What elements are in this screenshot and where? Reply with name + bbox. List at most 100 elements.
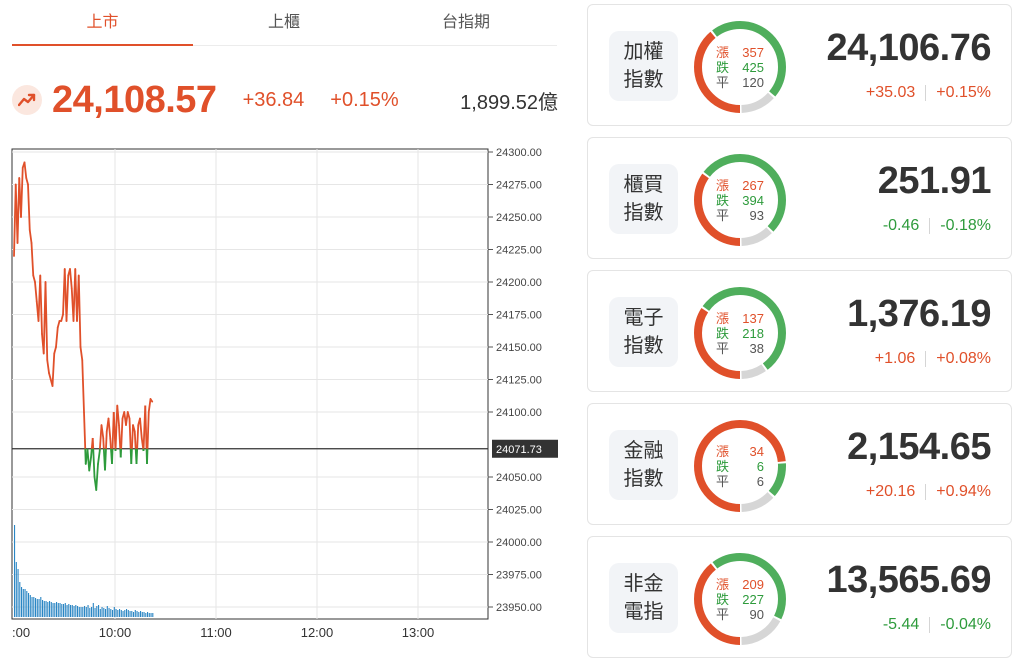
volume-bar: [21, 587, 23, 617]
volume-bar: [120, 610, 122, 617]
volume-bar: [133, 612, 135, 617]
volume-bar: [113, 607, 115, 617]
index-change: -0.46: [882, 217, 920, 234]
price-segment: [147, 398, 152, 413]
price-segment: [27, 183, 31, 231]
volume-bar: [99, 609, 101, 617]
breadth-donut: 漲 357 跌 425 平 120: [692, 19, 788, 115]
index-name-line1: 加權: [623, 41, 664, 63]
price-segment: [81, 359, 85, 413]
fall-label: 跌: [716, 591, 730, 607]
tab-otc[interactable]: 上櫃: [193, 0, 375, 45]
price-segment: [28, 229, 33, 244]
x-tick-label: 11:00: [200, 625, 232, 640]
index-name-line1: 櫃買: [623, 174, 664, 196]
price-segment: [39, 274, 43, 335]
price-segment: [34, 281, 38, 303]
trend-up-icon: [12, 85, 42, 115]
volume-bar: [91, 607, 93, 617]
intraday-chart[interactable]: 24300.00 24275.00 24250.00 24225.00 24200.00…: [0, 140, 575, 663]
x-tick-label: 13:00: [402, 625, 435, 640]
index-name: 電子 指數: [609, 297, 678, 367]
price-segment: [53, 346, 57, 355]
index-card-finance[interactable]: 金融 指數 漲 34 跌 6 平 6 2,154.65 +20.16 +0.94%: [587, 403, 1012, 525]
volume-bar: [35, 598, 37, 617]
price-segment: [126, 411, 131, 420]
index-change: -5.44: [882, 616, 920, 633]
index-name-line2: 指數: [623, 69, 664, 91]
price-segment: [83, 411, 87, 449]
volume-bar: [108, 608, 110, 617]
index-card-otc[interactable]: 櫃買 指數 漲 267 跌 394 平 93 251.91 -0.46 -0.18%: [587, 137, 1012, 259]
volume-bar: [119, 609, 121, 617]
index-percent: -0.18%: [940, 217, 991, 234]
volume-bar: [17, 569, 19, 617]
price-segment: [131, 424, 134, 449]
volume-bar: [126, 609, 128, 617]
price-segment: [102, 437, 105, 449]
y-tick-label: 23950.00: [496, 602, 542, 614]
index-price: 24,108.57: [52, 78, 217, 121]
volume-bar: [150, 613, 152, 617]
volume-bar: [38, 599, 40, 617]
price-segment: [118, 424, 122, 449]
reference-label: 24071.73: [496, 444, 542, 456]
volume-bar: [131, 611, 133, 617]
volume-bar: [106, 606, 108, 617]
price-segment: [60, 313, 64, 322]
volume-bar: [54, 603, 56, 617]
volume-bar: [19, 582, 21, 617]
volume-bar: [85, 607, 87, 617]
price-segment: [146, 448, 149, 465]
volume-bar: [124, 610, 126, 617]
volume-bar: [147, 612, 149, 617]
price-segment: [97, 450, 101, 465]
index-change-row: -5.44 -0.04%: [883, 616, 991, 634]
y-tick-label: 24000.00: [496, 537, 542, 549]
price-segment: [120, 418, 124, 449]
index-name: 非金 電指: [609, 563, 678, 633]
index-card-taiex[interactable]: 加權 指數 漲 357 跌 425 平 120 24,106.76 +35.03 +0.…: [587, 4, 1012, 126]
index-value: 251.91: [877, 160, 992, 202]
x-tick-label: 12:00: [301, 625, 334, 640]
index-name-line2: 指數: [623, 468, 664, 490]
rise-count: 357: [742, 44, 764, 60]
index-change: +35.03: [865, 84, 916, 101]
volume-bar: [29, 595, 31, 617]
rise-label: 漲: [716, 177, 730, 193]
price-segment: [46, 359, 50, 374]
y-tick-label: 24275.00: [496, 180, 542, 192]
index-change-row: +35.03 +0.15%: [866, 84, 991, 102]
volume-bar: [110, 609, 112, 617]
index-card-non-finance[interactable]: 非金 電指 漲 209 跌 227 平 90 13,565.69 -5.44 -0.04…: [587, 536, 1012, 658]
volume-bar: [148, 613, 150, 617]
volume-bar: [94, 608, 96, 617]
volume-bar: [112, 610, 114, 617]
price-segment: [139, 417, 143, 439]
rise-count: 34: [749, 443, 764, 459]
tab-futures[interactable]: 台指期: [375, 0, 557, 45]
price-segment: [51, 352, 56, 387]
volume-bar: [63, 604, 65, 617]
rise-label: 漲: [716, 44, 730, 60]
index-value: 2,154.65: [847, 426, 991, 468]
y-tick-label: 24175.00: [496, 310, 542, 322]
volume-bar: [152, 613, 154, 617]
tab-listed[interactable]: 上市: [12, 0, 193, 46]
index-card-electronics[interactable]: 電子 指數 漲 137 跌 218 平 38 1,376.19 +1.06 +0.08%: [587, 270, 1012, 392]
flat-count: 93: [749, 207, 764, 223]
volume-bar: [71, 605, 73, 617]
price-segment: [128, 418, 132, 449]
price-segment: [30, 242, 35, 277]
fall-label: 跌: [716, 59, 730, 75]
price-segment: [104, 448, 107, 471]
volume-bar: [70, 605, 72, 617]
index-percent: +0.15%: [330, 88, 399, 111]
price-segment: [109, 437, 112, 449]
flat-label: 平: [716, 606, 730, 622]
price-segment: [107, 417, 112, 439]
fall-count: 6: [756, 458, 764, 474]
index-change-row: +20.16 +0.94%: [866, 483, 991, 501]
volume-bar: [64, 603, 66, 617]
volume-bar: [26, 591, 28, 617]
